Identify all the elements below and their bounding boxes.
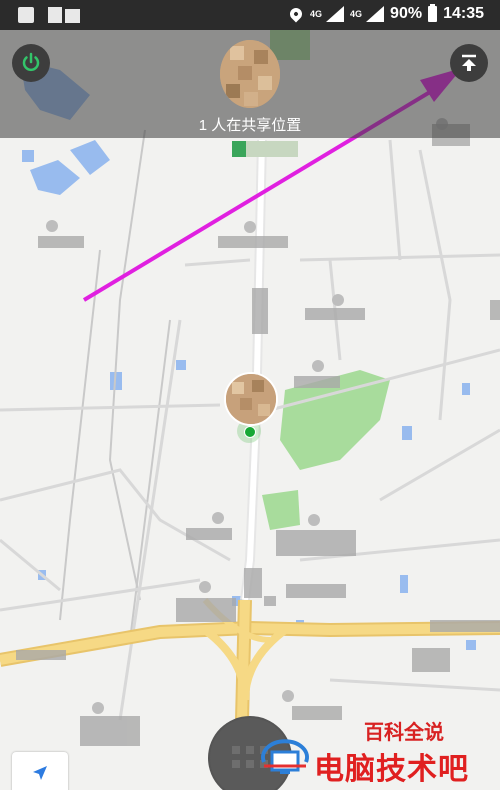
battery-level: 90% xyxy=(390,5,423,22)
sharing-count-text: 1 人在共享位置 xyxy=(198,117,302,134)
status-right: 4G 4G 90% 14:35 xyxy=(287,4,484,23)
map-screen: 4G 4G 90% 14:35 1 人在共享位置 百科全说 电脑技术吧 xyxy=(0,0,500,790)
locate-me-button[interactable] xyxy=(12,752,68,790)
shared-user-avatar[interactable] xyxy=(220,40,280,108)
stop-sharing-button[interactable] xyxy=(12,44,50,82)
avatar-mosaic xyxy=(220,40,280,108)
monitor-logo-icon xyxy=(261,739,309,774)
my-location-avatar[interactable] xyxy=(224,372,278,426)
screenshot-notification-icon xyxy=(48,7,80,23)
notification-icon xyxy=(18,7,34,23)
location-sharing-header: 1 人在共享位置 xyxy=(0,30,500,138)
status-left-icons xyxy=(18,7,80,23)
clock: 14:35 xyxy=(443,5,484,22)
status-bar: 4G 4G 90% 14:35 xyxy=(0,0,500,30)
minimize-to-top-button[interactable] xyxy=(450,44,488,82)
network-type-1: 4G xyxy=(310,8,323,19)
battery-icon xyxy=(428,4,438,22)
blurred-label-strip xyxy=(232,141,298,157)
watermark-bottom-text: 电脑技术吧 xyxy=(314,752,469,787)
site-watermark: 百科全说 电脑技术吧 xyxy=(260,712,500,790)
signal-icon-1 xyxy=(326,6,345,22)
network-type-2: 4G xyxy=(350,8,363,19)
signal-icon-2 xyxy=(366,6,385,22)
upload-to-top-icon xyxy=(462,54,476,71)
avatar-mosaic xyxy=(226,374,276,424)
my-location-dot xyxy=(244,426,256,438)
location-status-icon xyxy=(287,5,305,23)
power-icon xyxy=(22,52,40,72)
navigation-arrow-icon xyxy=(33,766,47,780)
watermark-top-text: 百科全说 xyxy=(364,720,444,744)
